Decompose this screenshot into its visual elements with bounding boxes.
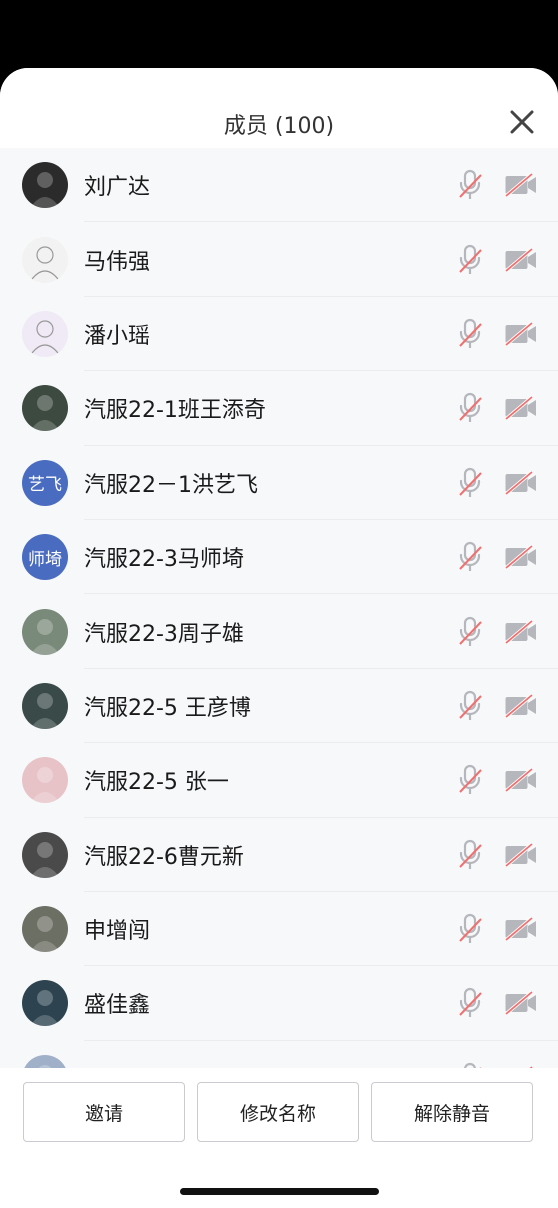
member-name: 汽服22-3马师埼 xyxy=(84,547,244,573)
avatar-photo xyxy=(30,990,60,1027)
member-name: 汽服22-6曹元新 xyxy=(84,844,244,870)
mic-muted-icon[interactable] xyxy=(456,764,484,796)
camera-off-icon[interactable] xyxy=(504,470,538,496)
camera-off-icon[interactable] xyxy=(504,842,538,868)
member-name: 盛佳鑫 xyxy=(84,993,151,1019)
members-sheet: 成员 (100) 刘广达 马伟强 潘小瑶 汽服22-1班王添奇 艺飞 汽服22－… xyxy=(0,68,558,1208)
member-row[interactable]: 汽服22-1班王添奇 xyxy=(0,371,558,446)
avatar-photo xyxy=(30,692,60,729)
camera-off-icon[interactable] xyxy=(504,172,538,198)
member-row[interactable]: 汽服22-3周子雄 xyxy=(0,594,558,670)
mic-muted-icon[interactable] xyxy=(456,244,484,276)
avatar-initials: 艺飞 xyxy=(28,475,62,496)
avatar-photo xyxy=(30,841,60,878)
camera-off-icon[interactable] xyxy=(504,991,538,1016)
invite-button[interactable]: 邀请 xyxy=(23,1082,185,1142)
member-row[interactable]: 申增闯 xyxy=(0,892,558,967)
member-name: 申增闯 xyxy=(84,919,151,945)
avatar: 师埼 xyxy=(22,534,68,581)
mic-muted-icon[interactable] xyxy=(456,467,484,499)
avatar-photo xyxy=(30,916,60,953)
avatar xyxy=(22,682,68,729)
rename-button[interactable]: 修改名称 xyxy=(197,1082,359,1142)
avatar xyxy=(22,757,68,804)
mic-muted-icon[interactable] xyxy=(456,616,484,648)
member-row[interactable]: 李继武 xyxy=(0,1041,558,1068)
avatar-sketch xyxy=(31,245,59,279)
camera-off-icon[interactable] xyxy=(504,693,538,719)
member-list[interactable]: 刘广达 马伟强 潘小瑶 汽服22-1班王添奇 艺飞 汽服22－1洪艺飞 师埼 汽… xyxy=(0,148,558,1068)
avatar xyxy=(22,162,68,209)
avatar-photo xyxy=(30,395,60,432)
camera-off-icon[interactable] xyxy=(504,767,538,793)
mic-muted-icon[interactable] xyxy=(456,392,484,424)
avatar xyxy=(22,831,68,878)
avatar xyxy=(22,236,68,283)
member-row[interactable]: 艺飞 汽服22－1洪艺飞 xyxy=(0,446,558,521)
member-row[interactable]: 汽服22-6曹元新 xyxy=(0,818,558,893)
member-name: 马伟强 xyxy=(84,249,151,275)
member-row[interactable]: 汽服22-5 张一 xyxy=(0,743,558,818)
mic-muted-icon[interactable] xyxy=(456,318,484,350)
mic-muted-icon[interactable] xyxy=(456,913,484,945)
avatar xyxy=(22,608,68,655)
mic-muted-icon[interactable] xyxy=(456,839,484,871)
avatar-sketch xyxy=(31,320,59,354)
avatar-photo xyxy=(30,172,60,209)
avatar xyxy=(22,906,68,953)
member-name: 汽服22-1班王添奇 xyxy=(84,398,266,424)
camera-off-icon[interactable] xyxy=(504,247,538,272)
member-name: 潘小瑶 xyxy=(84,323,151,349)
member-name: 汽服22-5 张一 xyxy=(84,770,229,796)
avatar: 艺飞 xyxy=(22,459,68,506)
avatar xyxy=(22,1054,68,1068)
member-row[interactable]: 刘广达 xyxy=(0,148,558,223)
member-name: 刘广达 xyxy=(84,175,151,201)
camera-off-icon[interactable] xyxy=(504,544,538,570)
avatar-photo xyxy=(30,767,60,804)
close-icon[interactable] xyxy=(508,108,536,136)
home-indicator xyxy=(180,1188,379,1195)
member-name: 汽服22-3周子雄 xyxy=(84,621,244,647)
avatar-photo xyxy=(38,1064,52,1068)
avatar xyxy=(22,385,68,432)
mic-muted-icon[interactable] xyxy=(456,987,484,1019)
avatar-initials: 师埼 xyxy=(28,549,62,570)
mic-muted-icon[interactable] xyxy=(456,541,484,573)
mic-muted-icon[interactable] xyxy=(456,169,484,201)
member-row[interactable]: 马伟强 xyxy=(0,222,558,298)
member-name: 汽服22－1洪艺飞 xyxy=(84,472,258,498)
unmute-button[interactable]: 解除静音 xyxy=(371,1082,533,1142)
avatar xyxy=(22,980,68,1027)
mic-muted-icon[interactable] xyxy=(456,690,484,722)
member-row[interactable]: 师埼 汽服22-3马师埼 xyxy=(0,520,558,595)
camera-off-icon[interactable] xyxy=(504,916,538,942)
sheet-title: 成员 (100) xyxy=(223,114,335,139)
sheet-header: 成员 (100) xyxy=(0,68,558,148)
camera-off-icon[interactable] xyxy=(504,619,538,644)
camera-off-icon[interactable] xyxy=(504,396,538,421)
avatar-photo xyxy=(30,618,60,655)
member-row[interactable]: 潘小瑶 xyxy=(0,297,558,372)
camera-off-icon[interactable] xyxy=(504,321,538,347)
member-row[interactable]: 盛佳鑫 xyxy=(0,966,558,1042)
avatar xyxy=(22,310,68,357)
member-name: 汽服22-5 王彦博 xyxy=(84,695,251,721)
footer-bar: 邀请 修改名称 解除静音 xyxy=(0,1068,558,1208)
member-row[interactable]: 汽服22-5 王彦博 xyxy=(0,669,558,744)
